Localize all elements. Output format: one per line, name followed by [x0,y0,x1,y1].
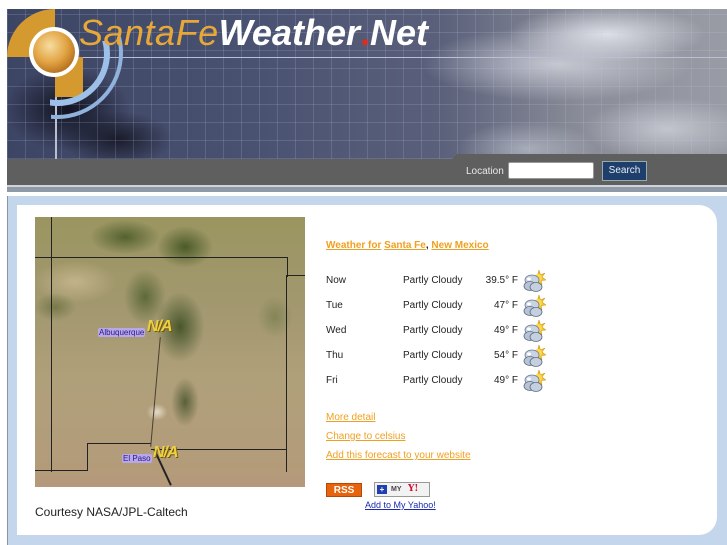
header-divider [7,187,727,192]
state-border [87,443,88,471]
forecast-temp: 39.5° F [485,275,518,286]
forecast-condition: Partly Cloudy [403,350,463,361]
plus-icon: + [377,485,387,494]
forecast-day: Now [326,275,347,286]
rss-button[interactable]: RSS [326,483,362,497]
city-label-el-paso: El Paso [122,454,152,463]
forecast-row: Tue Partly Cloudy 47° F [326,294,556,318]
more-detail-link[interactable]: More detail [326,412,375,423]
state-border [51,217,52,472]
state-border [87,443,151,444]
satellite-map: Albuquerque N/A El Paso N/A [35,217,305,487]
forecast-heading: Weather for Santa Fe, New Mexico [326,240,489,251]
forecast-row: Fri Partly Cloudy 49° F [326,369,556,393]
my-yahoo-my-text: MY [391,486,402,493]
add-to-my-yahoo-button[interactable]: + MY Y! [374,482,430,497]
forecast-day: Wed [326,325,347,336]
partly-cloudy-icon [523,269,546,292]
partly-cloudy-icon [523,319,546,342]
forecast-temp: 47° F [493,300,518,311]
temp-label-albuquerque: N/A [147,318,173,335]
forecast-day: Tue [326,300,343,311]
site-title[interactable]: SantaFeWeather.Net [79,11,428,55]
search-button[interactable]: Search [602,161,647,181]
rio-grande-river [150,337,161,447]
site-title-net: Net [370,12,429,53]
site-title-weather: Weather [218,12,360,53]
logo-globe-icon [33,31,75,73]
temp-label-el-paso: N/A [153,444,179,461]
forecast-day: Thu [326,350,344,361]
change-units-link[interactable]: Change to celsius [326,431,406,442]
partly-cloudy-icon [523,294,546,317]
forecast-day: Fri [326,375,338,386]
state-border [287,257,288,277]
forecast-temp: 54° F [493,350,518,361]
add-forecast-link[interactable]: Add this forecast to your website [326,450,471,461]
forecast-condition: Partly Cloudy [403,325,463,336]
site-title-santafe: SantaFe [79,12,219,53]
forecast-condition: Partly Cloudy [403,300,463,311]
state-link[interactable]: New Mexico [431,240,488,251]
location-input[interactable] [508,162,594,179]
site-title-dot: . [359,12,370,53]
forecast-condition: Partly Cloudy [403,375,463,386]
forecast-row: Wed Partly Cloudy 49° F [326,319,556,343]
map-credit: Courtesy NASA/JPL-Caltech [35,505,188,519]
city-link[interactable]: Santa Fe [384,240,426,251]
yahoo-logo-icon: Y! [408,484,419,494]
forecast-row: Now Partly Cloudy 39.5° F [326,269,556,293]
heading-separator: , [425,240,429,251]
partly-cloudy-icon [523,344,546,367]
frame-border [7,196,8,545]
weather-for-link[interactable]: Weather for [326,240,381,251]
city-label-albuquerque: Albuquerque [98,328,146,337]
state-border [287,275,305,276]
add-to-my-yahoo-link[interactable]: Add to My Yahoo! [365,500,436,510]
title-underline [77,57,727,58]
state-border [286,275,287,472]
forecast-temp: 49° F [493,325,518,336]
partly-cloudy-icon [523,369,546,392]
location-label: Location [466,166,504,177]
state-border [35,257,288,258]
forecast-row: Thu Partly Cloudy 54° F [326,344,556,368]
state-border [35,470,87,471]
forecast-temp: 49° F [493,375,518,386]
forecast-condition: Partly Cloudy [403,275,463,286]
